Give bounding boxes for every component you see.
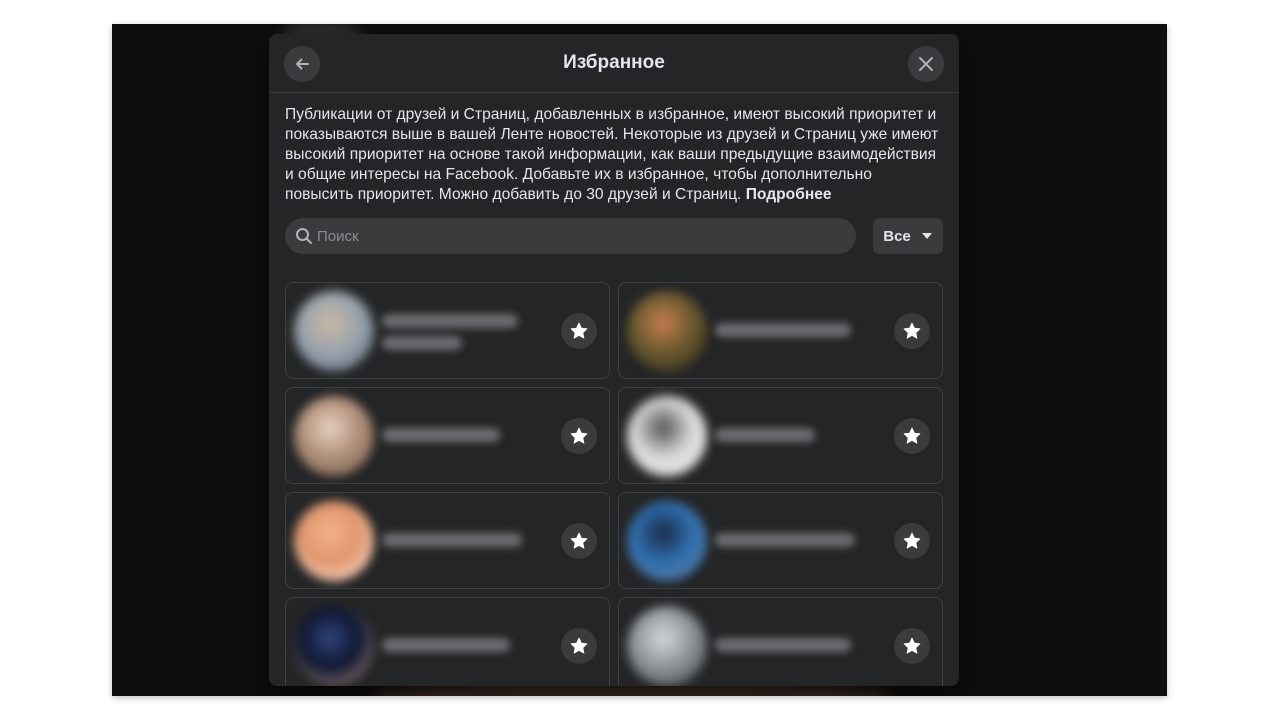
search-icon	[295, 227, 313, 245]
avatar	[627, 291, 707, 371]
avatar	[294, 396, 374, 476]
friend-card[interactable]	[285, 282, 610, 379]
favorite-star-button[interactable]	[561, 523, 597, 559]
star-icon	[570, 637, 588, 654]
favorites-dialog: Избранное Публикации от друзей и Страниц…	[269, 34, 959, 686]
favorite-star-button[interactable]	[561, 628, 597, 664]
search-row: Все	[285, 218, 943, 254]
close-icon	[919, 57, 933, 71]
screen-backdrop: Избранное Публикации от друзей и Страниц…	[112, 24, 1167, 696]
star-icon	[570, 322, 588, 339]
star-icon	[903, 532, 921, 549]
friend-name-blurred	[382, 428, 500, 442]
search-box[interactable]	[285, 218, 856, 254]
avatar	[627, 396, 707, 476]
friend-card[interactable]	[618, 282, 943, 379]
star-icon	[570, 427, 588, 444]
favorite-star-button[interactable]	[561, 313, 597, 349]
friend-name-blurred	[382, 533, 522, 547]
friend-name-blurred	[715, 323, 851, 337]
learn-more-link[interactable]: Подробнее	[746, 186, 832, 203]
dialog-header: Избранное	[269, 34, 959, 93]
friend-name-blurred	[382, 314, 518, 328]
search-input[interactable]	[317, 227, 837, 245]
caret-down-icon	[921, 233, 932, 239]
star-icon	[903, 427, 921, 444]
star-icon	[903, 322, 921, 339]
description-text: Публикации от друзей и Страниц, добавлен…	[285, 106, 939, 203]
filter-dropdown[interactable]: Все	[873, 218, 943, 254]
friend-name-blurred	[715, 533, 855, 547]
favorite-star-button[interactable]	[894, 313, 930, 349]
friend-name-blurred	[715, 428, 815, 442]
dialog-title: Избранное	[563, 52, 665, 73]
friend-card[interactable]	[285, 597, 610, 686]
favorite-star-button[interactable]	[561, 418, 597, 454]
avatar	[294, 606, 374, 686]
friend-card[interactable]	[285, 492, 610, 589]
avatar	[294, 501, 374, 581]
friend-name-blurred	[715, 638, 851, 652]
friend-card[interactable]	[618, 597, 943, 686]
close-button[interactable]	[908, 46, 944, 82]
friend-name-blurred	[382, 638, 510, 652]
friends-grid	[285, 282, 943, 686]
friend-card[interactable]	[618, 492, 943, 589]
avatar	[627, 501, 707, 581]
friend-name-blurred	[382, 336, 462, 350]
favorite-star-button[interactable]	[894, 418, 930, 454]
dialog-description: Публикации от друзей и Страниц, добавлен…	[269, 93, 959, 205]
avatar	[627, 606, 707, 686]
star-icon	[903, 637, 921, 654]
friend-card[interactable]	[618, 387, 943, 484]
avatar	[294, 291, 374, 371]
friend-card[interactable]	[285, 387, 610, 484]
favorite-star-button[interactable]	[894, 628, 930, 664]
favorite-star-button[interactable]	[894, 523, 930, 559]
star-icon	[570, 532, 588, 549]
filter-label: Все	[883, 227, 911, 245]
